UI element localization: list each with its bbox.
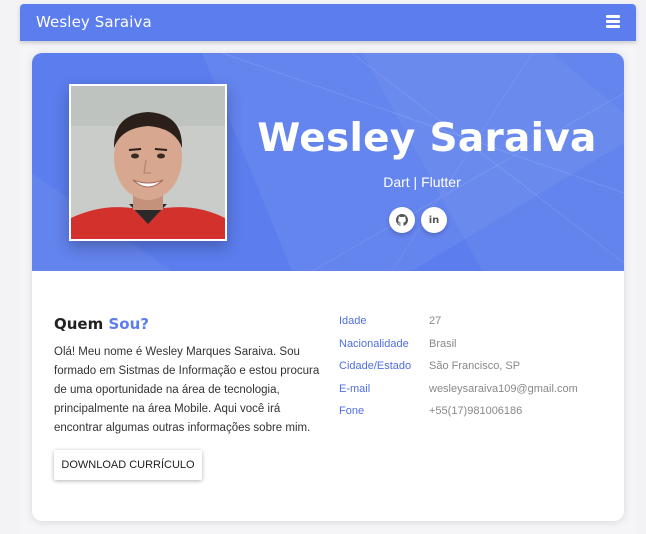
info-label: Fone bbox=[339, 405, 365, 417]
profile-photo bbox=[69, 84, 227, 241]
info-value: Brasil bbox=[429, 337, 457, 350]
info-value: wesleysaraiva109@gmail.com bbox=[429, 382, 578, 395]
github-button[interactable] bbox=[389, 207, 415, 233]
info-row-nationality: Nacionalidade Brasil bbox=[339, 334, 619, 357]
hero-subtitle: Dart | Flutter bbox=[383, 174, 461, 190]
linkedin-icon: in bbox=[428, 214, 440, 226]
navbar: Wesley Saraiva bbox=[20, 4, 636, 41]
about-line: principalmente na área Mobile. Aqui você… bbox=[54, 403, 281, 415]
info-label: Idade bbox=[339, 315, 367, 327]
about-line: Olá! Meu nome é Wesley Marques Saraiva. … bbox=[54, 346, 300, 358]
page: Wesley Saraiva Wesley Saraiva Dart | Flu… bbox=[20, 4, 636, 534]
hero-banner: Wesley Saraiva Dart | Flutter in bbox=[32, 53, 624, 271]
about-title-prefix: Quem bbox=[54, 315, 104, 333]
info-value: 27 bbox=[429, 315, 442, 327]
info-label: Cidade/Estado bbox=[339, 360, 412, 372]
info-row-phone: Fone +55(17)981006186 bbox=[339, 401, 619, 424]
info-value: São Francisco, SP bbox=[429, 360, 521, 372]
info-row-age: Idade 27 bbox=[339, 311, 619, 334]
hamburger-menu-icon[interactable] bbox=[606, 15, 620, 28]
about-title-accent: Sou? bbox=[108, 315, 149, 333]
about-line: encontrar algumas outras informações sob… bbox=[54, 422, 311, 434]
about-line: de uma oportunidade na área de tecnologi… bbox=[54, 384, 280, 396]
linkedin-button[interactable]: in bbox=[421, 207, 447, 233]
profile-photo-image bbox=[71, 86, 225, 239]
about-line: formado em Sistmas de Informação e estou… bbox=[54, 365, 320, 377]
hero-name: Wesley Saraiva bbox=[257, 116, 597, 161]
info-row-city: Cidade/Estado São Francisco, SP bbox=[339, 356, 619, 379]
info-value: +55(17)981006186 bbox=[429, 405, 523, 417]
personal-info-list: Idade 27 Nacionalidade Brasil Cidade/Est… bbox=[339, 311, 619, 424]
download-cv-button[interactable]: DOWNLOAD CURRÍCULO bbox=[54, 450, 202, 480]
info-label: Nacionalidade bbox=[339, 337, 409, 350]
about-title: Quem Sou? bbox=[54, 315, 149, 333]
about-description: Olá! Meu nome é Wesley Marques Saraiva. … bbox=[54, 343, 324, 438]
info-label: E-mail bbox=[339, 382, 371, 395]
info-row-email: E-mail wesleysaraiva109@gmail.com bbox=[339, 379, 619, 402]
navbar-brand[interactable]: Wesley Saraiva bbox=[36, 13, 152, 31]
profile-card: Wesley Saraiva Dart | Flutter in Quem So… bbox=[32, 53, 624, 521]
github-icon bbox=[396, 214, 408, 226]
